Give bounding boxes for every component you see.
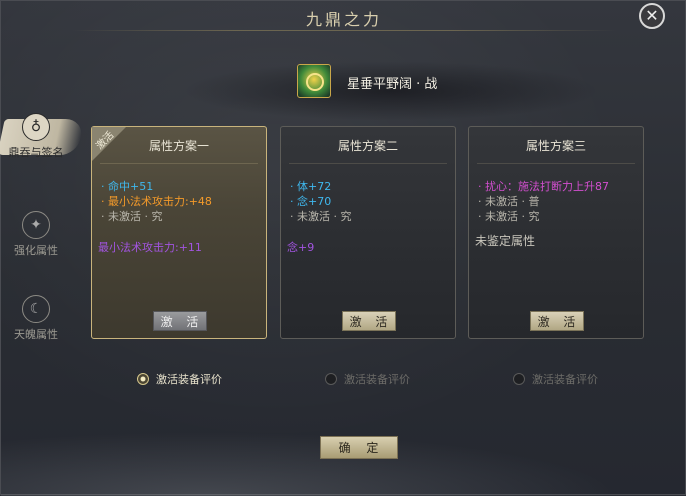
attribute-plan-card-1[interactable]: 激活 属性方案一 · 命中+51 · 最小法术攻击力:+48 · 未激活 · 究… xyxy=(91,126,267,339)
attribute-line: · 扰心：施法打断力上升87 xyxy=(478,180,609,193)
activate-button[interactable]: 激 活 xyxy=(342,311,396,331)
radio-label: 激活装备评价 xyxy=(156,373,222,386)
attribute-list: · 体+72 · 念+70 · 未激活 · 究 念+9 xyxy=(287,179,450,255)
window-title: 九鼎之力 xyxy=(305,10,382,29)
activate-button[interactable]: 激 活 xyxy=(530,311,584,331)
equipment-name: 星垂平野阔 · 战 xyxy=(347,77,438,92)
attribute-plan-card-3[interactable]: 属性方案三 · 扰心：施法打断力上升87 · 未激活 · 普 · 未激活 · 究… xyxy=(468,126,644,339)
attribute-line: · 未激活 · 究 xyxy=(290,210,352,223)
card-title: 属性方案三 xyxy=(525,139,586,153)
sidebar-item-label: 天魄属性 xyxy=(14,328,58,341)
attribute-line: · 最小法术攻击力:+48 xyxy=(101,195,212,208)
attribute-line: · 未激活 · 究 xyxy=(101,210,163,223)
confirm-button[interactable]: 确 定 xyxy=(320,436,398,459)
ding-icon: ♁ xyxy=(22,113,50,141)
title-divider xyxy=(71,30,617,31)
radio-dot xyxy=(137,373,149,385)
star-emblem-icon: ✦ xyxy=(22,211,50,239)
attribute-list: · 命中+51 · 最小法术攻击力:+48 · 未激活 · 究 最小法术攻击力:… xyxy=(98,179,261,255)
sidebar-item-enhance-attributes[interactable]: ✦ 强化属性 xyxy=(1,209,71,269)
unidentified-attribute: 未鉴定属性 xyxy=(475,234,536,248)
attribute-line: · 念+70 xyxy=(290,195,332,208)
bonus-attribute-line: 念+9 xyxy=(287,241,315,254)
radio-label: 激活装备评价 xyxy=(532,373,598,386)
close-icon[interactable]: ✕ xyxy=(639,3,665,29)
card-divider xyxy=(289,163,447,164)
card-divider xyxy=(477,163,635,164)
attribute-plan-card-2[interactable]: 属性方案二 · 体+72 · 念+70 · 未激活 · 究 念+9 激 活 xyxy=(280,126,456,339)
attribute-list: · 扰心：施法打断力上升87 · 未激活 · 普 · 未激活 · 究 未鉴定属性 xyxy=(475,179,638,249)
sidebar-item-label: 鼎吞与签名 xyxy=(8,146,64,159)
radio-label: 激活装备评价 xyxy=(344,373,410,386)
card-title: 属性方案二 xyxy=(337,139,398,153)
equipment-icon[interactable] xyxy=(297,64,331,98)
radio-dot xyxy=(513,373,525,385)
title-bar: 九鼎之力 xyxy=(1,1,686,31)
sidebar-item-tianpo-attributes[interactable]: ☾ 天魄属性 xyxy=(1,293,71,353)
radio-dot xyxy=(325,373,337,385)
card-title: 属性方案一 xyxy=(148,139,209,153)
sidebar: ♁ 鼎吞与签名 ✦ 强化属性 ☾ 天魄属性 xyxy=(0,111,85,353)
sidebar-item-ding-signature[interactable]: ♁ 鼎吞与签名 xyxy=(0,111,85,171)
attribute-line: · 命中+51 xyxy=(101,180,154,193)
moon-emblem-icon: ☾ xyxy=(22,295,50,323)
nine-ding-power-window: 九鼎之力 ✕ ♁ 鼎吞与签名 ✦ 强化属性 ☾ 天魄属性 星垂平野阔 · 战 激… xyxy=(0,0,686,496)
attribute-line: · 未激活 · 究 xyxy=(478,210,540,223)
attribute-line: · 体+72 xyxy=(290,180,332,193)
bonus-attribute-line: 最小法术攻击力:+11 xyxy=(98,241,202,254)
activate-button[interactable]: 激 活 xyxy=(153,311,207,331)
sidebar-item-label: 强化属性 xyxy=(14,244,58,257)
card-divider xyxy=(100,163,258,164)
attribute-line: · 未激活 · 普 xyxy=(478,195,540,208)
